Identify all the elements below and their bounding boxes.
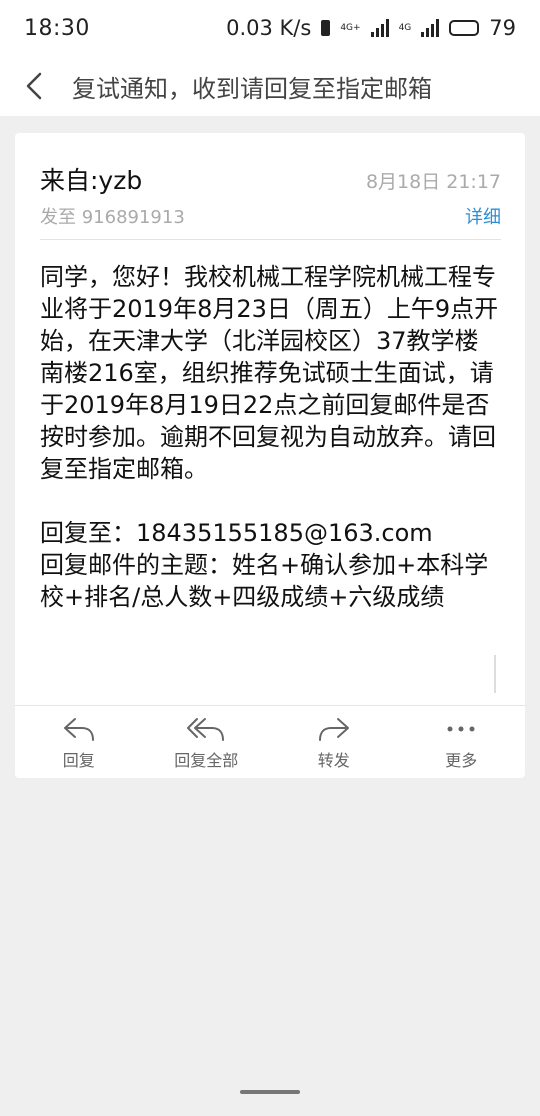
back-arrow-icon	[26, 72, 42, 100]
action-bar: 回复 回复全部 转发 更多	[15, 705, 525, 779]
forward-icon	[318, 717, 349, 741]
signal-icon-2	[421, 19, 440, 37]
reply-all-icon	[187, 717, 225, 741]
reply-label: 回复	[62, 750, 95, 770]
message-date: 8月18日 21:17	[365, 171, 501, 193]
status-time: 18:30	[24, 15, 90, 41]
status-bar: 18:30 0.03 K/s 4G+ 4G 79	[0, 0, 540, 56]
back-button[interactable]	[0, 56, 68, 116]
message-card: 来自:yzb 8月18日 21:17 发至 916891913 详细 同学，您好…	[15, 133, 525, 778]
navigation-bar	[0, 1068, 540, 1116]
body-paragraph: 同学，您好！我校机械工程学院机械工程专业将于2019年8月23日（周五）上午9点…	[40, 263, 499, 483]
divider	[40, 239, 501, 240]
message-body: 同学，您好！我校机械工程学院机械工程专业将于2019年8月23日（周五）上午9点…	[40, 261, 502, 613]
reply-subject: 回复邮件的主题：姓名+确认参加+本科学校+排名/总人数+四级成绩+六级成绩	[40, 551, 489, 611]
network-type-1: 4G+	[340, 23, 361, 33]
reply-button[interactable]: 回复	[15, 706, 143, 779]
forward-label: 转发	[317, 750, 350, 770]
recipient: 发至 916891913	[40, 207, 185, 228]
vibrate-icon	[321, 20, 331, 36]
forward-button[interactable]: 转发	[270, 706, 398, 779]
details-link[interactable]: 详细	[465, 203, 501, 229]
signal-icon	[370, 19, 389, 37]
reply-to-address[interactable]: 回复至：18435155185@163.com	[40, 517, 502, 549]
reply-all-button[interactable]: 回复全部	[143, 706, 271, 779]
battery-level: 79	[489, 16, 516, 40]
home-gesture-handle[interactable]	[240, 1090, 300, 1094]
more-icon	[447, 726, 475, 731]
network-speed: 0.03 K/s	[226, 16, 312, 40]
scrollbar[interactable]	[494, 655, 496, 693]
status-indicators: 0.03 K/s 4G+ 4G 79	[226, 16, 516, 40]
reply-icon	[63, 717, 94, 741]
reply-all-label: 回复全部	[174, 750, 239, 770]
more-button[interactable]: 更多	[398, 706, 526, 779]
battery-icon	[449, 20, 480, 36]
app-header: 复试通知，收到请回复至指定邮箱	[0, 56, 540, 116]
sender[interactable]: 来自:yzb	[40, 161, 142, 197]
more-label: 更多	[445, 750, 478, 770]
page-title: 复试通知，收到请回复至指定邮箱	[72, 74, 432, 103]
network-type-2: 4G	[398, 23, 412, 33]
